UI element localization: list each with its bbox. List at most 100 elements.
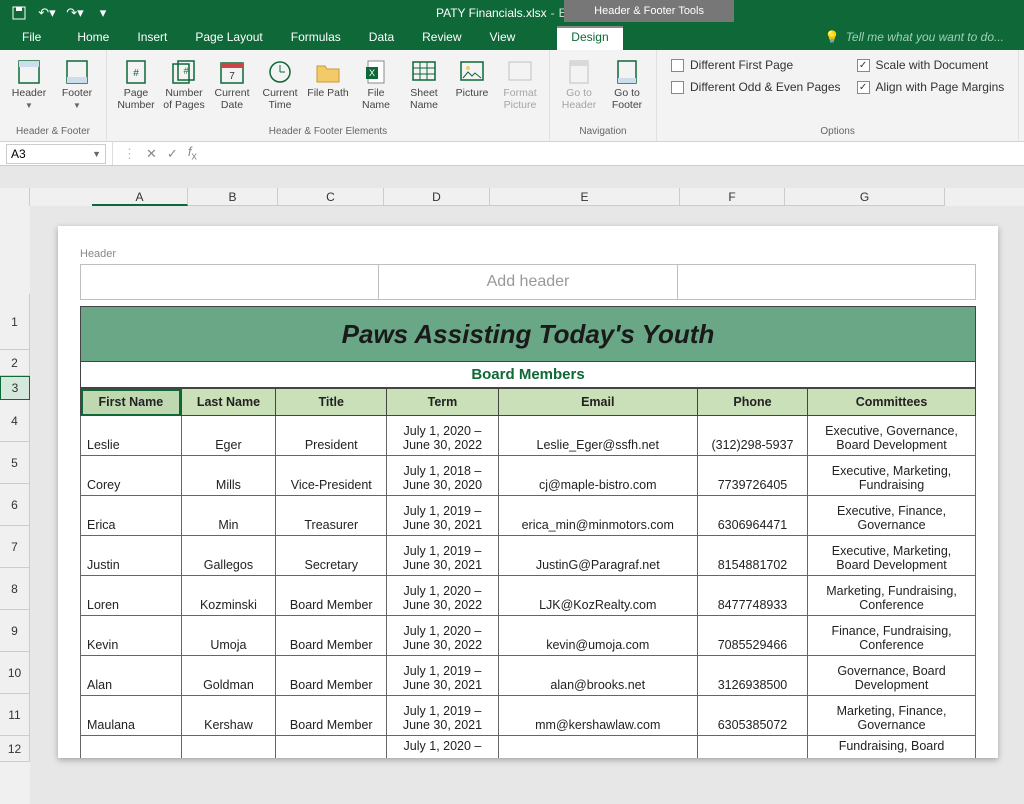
file-name-button[interactable]: XFile Name [353, 56, 399, 113]
table-column-header[interactable]: Term [387, 389, 498, 416]
row-header[interactable]: 12 [0, 736, 30, 762]
select-all-triangle[interactable] [0, 188, 30, 206]
table-column-header[interactable]: Title [276, 389, 387, 416]
table-cell[interactable]: Finance, Fundraising, Conference [808, 616, 976, 656]
table-cell[interactable]: JustinG@Paragraf.net [498, 536, 697, 576]
subtitle-row[interactable]: Board Members [80, 362, 976, 388]
table-cell[interactable]: Marketing, Finance, Governance [808, 696, 976, 736]
table-cell[interactable]: 6306964471 [697, 496, 807, 536]
check-different-first-page[interactable]: Different First Page [671, 58, 841, 72]
table-cell[interactable]: (312)298-5937 [697, 416, 807, 456]
title-banner[interactable]: Paws Assisting Today's Youth [80, 306, 976, 362]
table-cell[interactable]: July 1, 2019 – June 30, 2021 [387, 656, 498, 696]
undo-icon[interactable]: ↶▾ [36, 2, 58, 24]
name-box[interactable]: A3▼ [6, 144, 106, 164]
column-header[interactable]: F [680, 188, 785, 206]
page-number-button[interactable]: #Page Number [113, 56, 159, 113]
tab-data[interactable]: Data [355, 26, 408, 50]
header-center-cell[interactable]: Add header [379, 265, 677, 299]
table-cell[interactable]: July 1, 2020 – June 30, 2022 [387, 576, 498, 616]
row-header[interactable]: 4 [0, 400, 30, 442]
table-cell[interactable]: Kevin [81, 616, 182, 656]
table-cell[interactable]: Maulana [81, 696, 182, 736]
table-cell[interactable]: Marketing, Fundraising, Conference [808, 576, 976, 616]
tab-formulas[interactable]: Formulas [277, 26, 355, 50]
row-header[interactable]: 2 [0, 350, 30, 376]
table-cell[interactable]: 3126938500 [697, 656, 807, 696]
table-cell[interactable] [181, 736, 275, 758]
table-cell[interactable]: July 1, 2020 – June 30, 2022 [387, 616, 498, 656]
table-cell[interactable]: Erica [81, 496, 182, 536]
tab-design[interactable]: Design [557, 26, 622, 50]
table-cell[interactable]: Leslie [81, 416, 182, 456]
table-cell[interactable]: cj@maple-bistro.com [498, 456, 697, 496]
table-cell[interactable]: Corey [81, 456, 182, 496]
table-cell[interactable]: Board Member [276, 616, 387, 656]
row-header[interactable]: 1 [0, 294, 30, 350]
table-column-header[interactable]: Phone [697, 389, 807, 416]
table-cell[interactable]: Treasurer [276, 496, 387, 536]
table-cell[interactable]: alan@brooks.net [498, 656, 697, 696]
table-cell[interactable]: Min [181, 496, 275, 536]
footer-button[interactable]: Footer▼ [54, 56, 100, 113]
table-cell[interactable]: LJK@KozRealty.com [498, 576, 697, 616]
table-cell[interactable]: Secretary [276, 536, 387, 576]
row-header[interactable]: 10 [0, 652, 30, 694]
row-header[interactable]: 5 [0, 442, 30, 484]
header-right-cell[interactable] [678, 265, 975, 299]
table-cell[interactable]: Goldman [181, 656, 275, 696]
table-cell[interactable]: Executive, Marketing, Board Development [808, 536, 976, 576]
table-cell[interactable] [276, 736, 387, 758]
table-cell[interactable]: Executive, Governance, Board Development [808, 416, 976, 456]
table-cell[interactable]: Mills [181, 456, 275, 496]
current-time-button[interactable]: Current Time [257, 56, 303, 113]
table-cell[interactable]: 6305385072 [697, 696, 807, 736]
row-header[interactable]: 3 [0, 376, 30, 400]
table-cell[interactable]: Board Member [276, 656, 387, 696]
row-header[interactable]: 8 [0, 568, 30, 610]
table-cell[interactable] [697, 736, 807, 758]
check-different-odd-even[interactable]: Different Odd & Even Pages [671, 80, 841, 94]
tab-page-layout[interactable]: Page Layout [181, 26, 276, 50]
table-cell[interactable]: Alan [81, 656, 182, 696]
check-align-page-margins[interactable]: ✓Align with Page Margins [857, 80, 1005, 94]
table-cell[interactable]: Vice-President [276, 456, 387, 496]
save-icon[interactable] [8, 2, 30, 24]
fx-icon[interactable]: fx [188, 144, 197, 163]
table-cell[interactable]: July 1, 2018 – June 30, 2020 [387, 456, 498, 496]
table-cell[interactable]: 8154881702 [697, 536, 807, 576]
table-cell[interactable]: July 1, 2019 – June 30, 2021 [387, 696, 498, 736]
table-cell[interactable]: July 1, 2019 – June 30, 2021 [387, 536, 498, 576]
row-header[interactable]: 6 [0, 484, 30, 526]
goto-footer-button[interactable]: Go to Footer [604, 56, 650, 113]
column-header[interactable]: G [785, 188, 945, 206]
row-header[interactable]: 11 [0, 694, 30, 736]
accept-formula-icon[interactable]: ✓ [167, 146, 178, 162]
tab-insert[interactable]: Insert [123, 26, 181, 50]
tab-review[interactable]: Review [408, 26, 475, 50]
cancel-formula-icon[interactable]: ✕ [146, 146, 157, 162]
sheet-name-button[interactable]: Sheet Name [401, 56, 447, 113]
number-of-pages-button[interactable]: #Number of Pages [161, 56, 207, 113]
table-cell[interactable]: Governance, Board Development [808, 656, 976, 696]
redo-icon[interactable]: ↷▾ [64, 2, 86, 24]
table-cell[interactable] [81, 736, 182, 758]
column-header[interactable]: C [278, 188, 384, 206]
table-column-header[interactable]: Last Name [181, 389, 275, 416]
table-cell[interactable]: Fundraising, Board [808, 736, 976, 758]
table-cell[interactable]: 8477748933 [697, 576, 807, 616]
column-header[interactable]: B [188, 188, 278, 206]
table-cell[interactable] [498, 736, 697, 758]
table-cell[interactable]: Executive, Marketing, Fundraising [808, 456, 976, 496]
table-cell[interactable]: Executive, Finance, Governance [808, 496, 976, 536]
table-cell[interactable]: Eger [181, 416, 275, 456]
table-cell[interactable]: Board Member [276, 576, 387, 616]
table-cell[interactable]: Kozminski [181, 576, 275, 616]
table-cell[interactable]: Loren [81, 576, 182, 616]
table-cell[interactable]: 7085529466 [697, 616, 807, 656]
table-cell[interactable]: Justin [81, 536, 182, 576]
table-column-header[interactable]: Committees [808, 389, 976, 416]
column-header[interactable]: D [384, 188, 490, 206]
file-path-button[interactable]: File Path [305, 56, 351, 102]
qat-customize-icon[interactable]: ▾ [92, 2, 114, 24]
